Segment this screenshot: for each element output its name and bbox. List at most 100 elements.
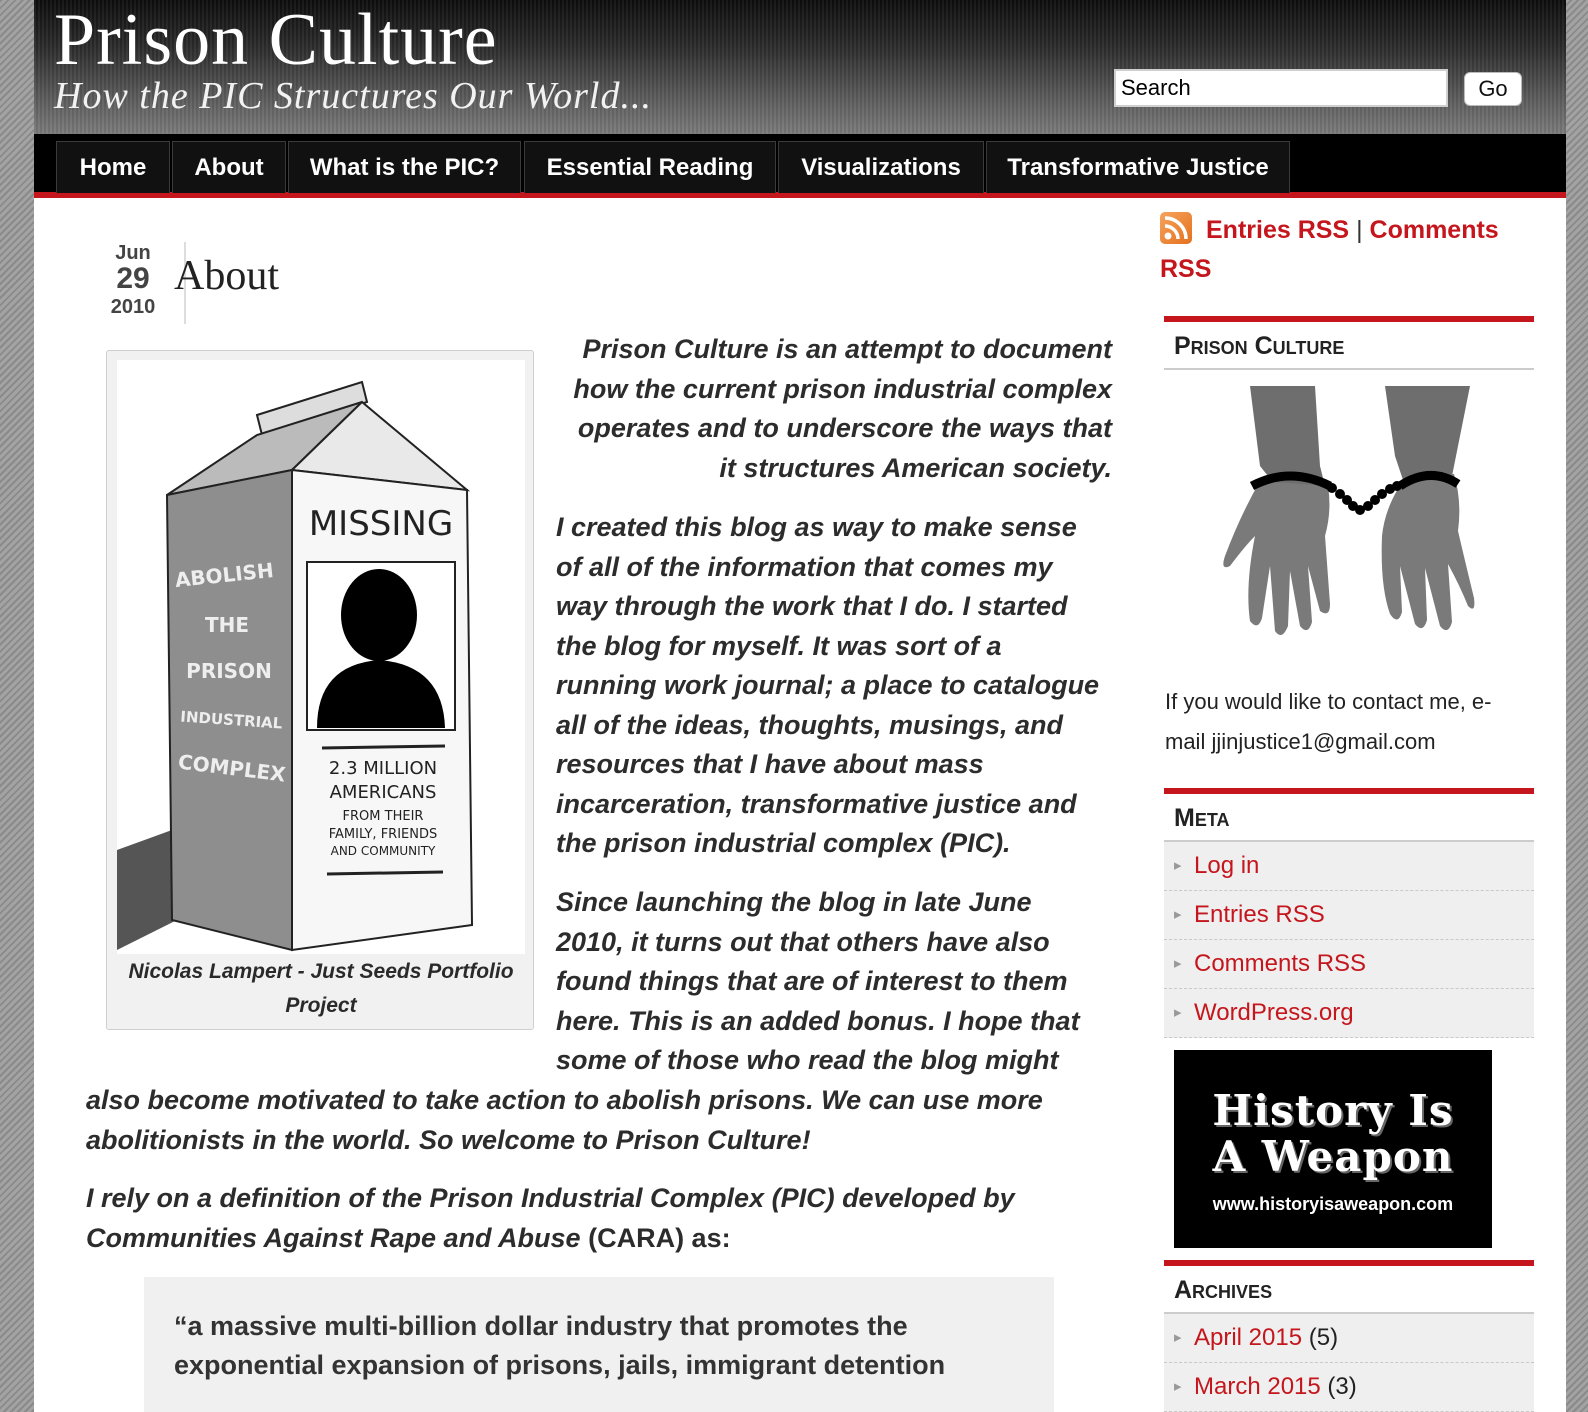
search-go-button[interactable]: Go (1464, 72, 1522, 106)
archive-count: (5) (1308, 1324, 1339, 1351)
text-line: here. This is an added bonus. I hope tha… (556, 1005, 1080, 1036)
figure-caption-line: Project (285, 994, 357, 1017)
meta-link[interactable]: WordPress.org (1194, 999, 1354, 1027)
text-line: 2010, it turns out that others have also (556, 926, 1050, 957)
banner-line-1: History Is (1212, 1086, 1454, 1135)
handcuffed-hands-image (1220, 386, 1476, 644)
text-line: Communities Against Rape and Abuse (CARA… (86, 1219, 1015, 1259)
carton-stat-2: AMERICANS (330, 782, 437, 803)
meta-link[interactable]: Log in (1194, 852, 1259, 880)
quote-line: “a massive multi-billion dollar industry… (174, 1311, 908, 1341)
arrow-right-icon: ▸ (1174, 1329, 1182, 1346)
text-line: also become motivated to take action to … (86, 1085, 1043, 1115)
cara-name: Communities Against Rape and Abuse (86, 1222, 581, 1253)
post-date-month: Jun (115, 242, 151, 264)
arrow-right-icon: ▸ (1174, 1004, 1182, 1021)
text-line: way through the work that I do. I starte… (556, 591, 1068, 621)
text-line: Prison Culture is an attempt to document (582, 334, 1112, 364)
rss-links: Entries RSS | Comments (1206, 216, 1499, 245)
rss-icon[interactable] (1160, 212, 1192, 244)
meta-item-comments-rss[interactable]: ▸ Comments RSS (1164, 940, 1534, 989)
banner-url: www.historyisaweapon.com (1212, 1194, 1454, 1214)
comments-rss-link[interactable]: RSS (1160, 255, 1211, 284)
text-line: I rely on a definition of the Prison Ind… (86, 1183, 1015, 1213)
arrow-right-icon: ▸ (1174, 906, 1182, 923)
handcuffs-icon (1223, 386, 1475, 635)
meta-link[interactable]: Entries RSS (1194, 901, 1325, 929)
nav-item-home[interactable]: Home (56, 141, 170, 193)
main-nav: Home About What is the PIC? Essential Re… (34, 134, 1566, 198)
archive-link[interactable]: March 2015 (1194, 1373, 1321, 1400)
arrow-right-icon: ▸ (1174, 955, 1182, 972)
banner-line-2: A Weapon (1212, 1132, 1454, 1181)
widget-title-archives: Archives (1164, 1260, 1534, 1314)
carton-stat-1: 2.3 MILLION (329, 758, 437, 779)
carton-side-3: PRISON (186, 659, 272, 683)
search-input[interactable] (1114, 69, 1448, 107)
cara-suffix: (CARA) as: (580, 1222, 731, 1253)
site-description: How the PIC Structures Our World... (54, 75, 652, 117)
arrow-right-icon: ▸ (1174, 857, 1182, 874)
post-intro: Prison Culture is an attempt to document… (534, 330, 1112, 488)
carton-stat-4: FAMILY, FRIENDS (329, 827, 438, 842)
text-line: incarceration, transformative justice an… (556, 788, 1077, 819)
widget-title-meta: Meta (1164, 788, 1534, 842)
nav-item-visualizations[interactable]: Visualizations (778, 141, 984, 193)
milk-carton-illustration: ABOLISH THE PRISON INDUSTRIAL COMPLEX MI… (117, 360, 525, 954)
archive-item[interactable]: ▸ April 2015 (5) (1164, 1314, 1534, 1363)
text-line: abolitionists in the world. So welcome t… (86, 1124, 811, 1155)
post-date-year: 2010 (110, 296, 156, 318)
rss-separator: | (1356, 216, 1363, 244)
text-line: some of those who read the blog might (556, 1045, 1059, 1075)
carton-stat-5: AND COMMUNITY (331, 844, 436, 858)
blockquote: “a massive multi-billion dollar industry… (144, 1277, 1054, 1412)
page: Prison Culture How the PIC Structures Ou… (34, 0, 1566, 1412)
post-date: Jun 29 2010 (82, 242, 186, 324)
meta-link[interactable]: Comments RSS (1194, 950, 1366, 978)
text-line: it structures American society. (719, 452, 1112, 483)
milk-carton-icon: ABOLISH THE PRISON INDUSTRIAL COMPLEX MI… (117, 360, 525, 954)
text-line: how the current prison industrial comple… (573, 373, 1112, 404)
widget-title-prison-culture: Prison Culture (1164, 316, 1534, 370)
contact-text: If you would like to contact me, e- mail… (1165, 682, 1535, 762)
carton-missing: MISSING (309, 504, 453, 544)
carton-side-2: THE (205, 613, 249, 637)
meta-item-log-in[interactable]: ▸ Log in (1164, 842, 1534, 891)
text-line: operates and to underscore the ways that (577, 413, 1112, 443)
post-date-day: 29 (116, 262, 150, 295)
meta-item-wordpress-org[interactable]: ▸ WordPress.org (1164, 989, 1534, 1038)
figure-caption: Nicolas Lampert - Just Seeds Portfolio P… (113, 955, 529, 1023)
arrow-right-icon: ▸ (1174, 1378, 1182, 1395)
post-figure: ABOLISH THE PRISON INDUSTRIAL COMPLEX MI… (106, 350, 534, 1030)
site-title[interactable]: Prison Culture (54, 0, 498, 83)
post-paragraph-3: I rely on a definition of the Prison Ind… (86, 1179, 1015, 1258)
archive-count: (3) (1327, 1373, 1357, 1400)
site-header: Prison Culture How the PIC Structures Ou… (34, 0, 1566, 134)
text-line: of all of the information that comes my (556, 551, 1053, 582)
history-is-a-weapon-banner[interactable]: History Is A Weapon www.historyisaweapon… (1174, 1050, 1492, 1248)
nav-item-essential-reading[interactable]: Essential Reading (524, 141, 776, 193)
post-title: About (174, 253, 279, 299)
text-line: If you would like to contact me, e- (1165, 689, 1492, 714)
entries-rss-link[interactable]: Entries RSS (1206, 216, 1349, 244)
figure-caption-line: Nicolas Lampert - Just Seeds Portfolio (128, 960, 514, 983)
text-line: all of the ideas, thoughts, musings, and (556, 709, 1064, 740)
meta-item-entries-rss[interactable]: ▸ Entries RSS (1164, 891, 1534, 940)
archive-link[interactable]: April 2015 (1194, 1324, 1302, 1351)
nav-item-about[interactable]: About (172, 141, 286, 193)
post-paragraph-2: Since launching the blog in late June 20… (556, 883, 1080, 1081)
nav-item-transformative-justice[interactable]: Transformative Justice (986, 141, 1290, 193)
text-line: mail jjinjustice1@gmail.com (1165, 729, 1436, 754)
post-paragraph-2-continued: also become motivated to take action to … (86, 1081, 1043, 1160)
nav-item-what-is-the-pic[interactable]: What is the PIC? (288, 141, 521, 193)
text-line: found things that are of interest to the… (556, 966, 1068, 996)
text-line: the prison industrial complex (PIC). (556, 828, 1011, 858)
archive-item[interactable]: ▸ March 2015 (3) (1164, 1363, 1534, 1412)
comments-rss-link[interactable]: Comments (1370, 216, 1499, 244)
text-line: I created this blog as way to make sense (556, 512, 1077, 542)
carton-stat-3: FROM THEIR (343, 809, 424, 824)
text-line: resources that I have about mass (556, 749, 984, 779)
text-line: running work journal; a place to catalog… (556, 670, 1100, 700)
post-paragraph-1: I created this blog as way to make sense… (556, 508, 1099, 864)
text-line: Since launching the blog in late June (556, 887, 1032, 917)
